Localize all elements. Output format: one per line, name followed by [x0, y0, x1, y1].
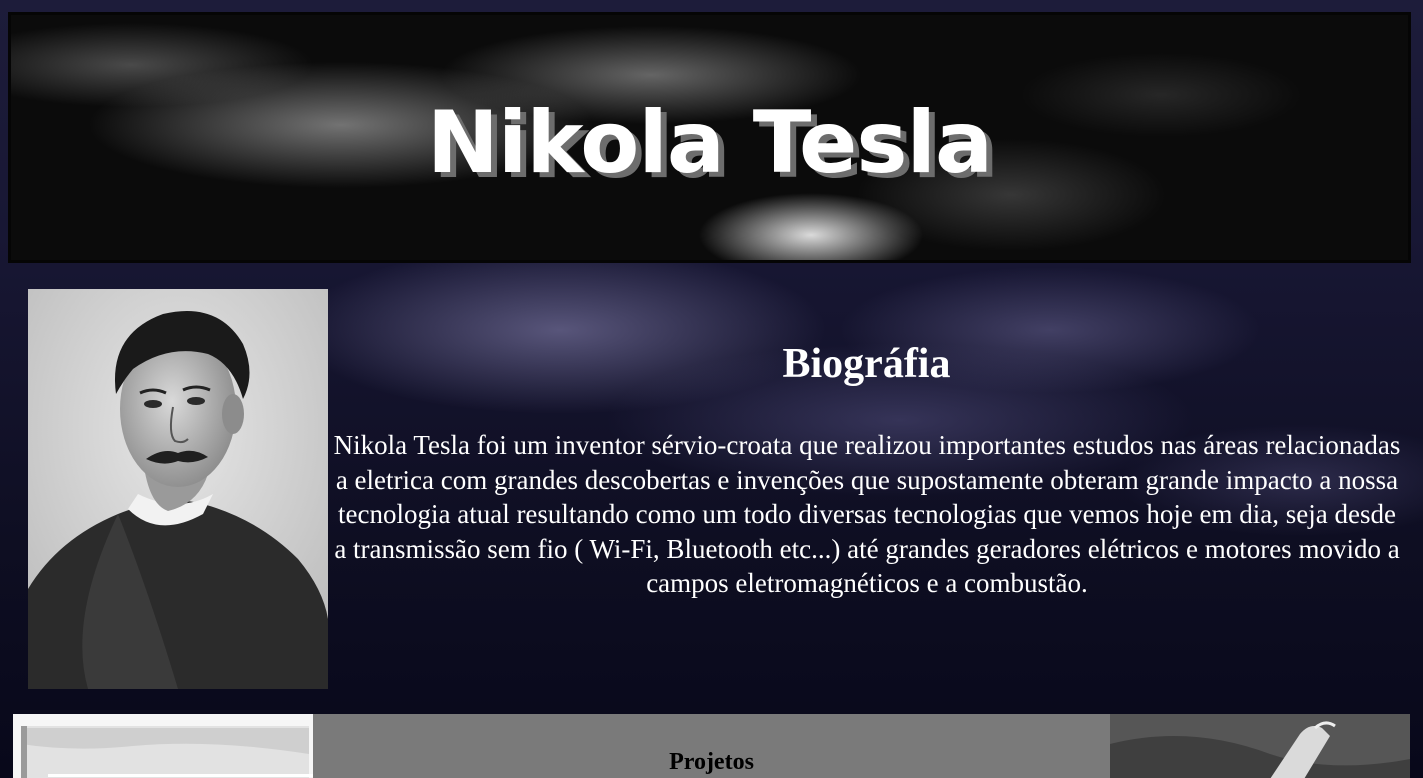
header-banner: Nikola Tesla: [8, 12, 1411, 263]
page: Nikola Tesla Biográfia Nikola Tesla foi …: [0, 0, 1423, 778]
biography-heading: Biográfia: [782, 341, 951, 387]
project-image-right: [1110, 714, 1410, 778]
portrait-illustration: [28, 289, 328, 689]
biography-text: Nikola Tesla foi um inventor sérvio-croa…: [333, 430, 1401, 598]
projects-section: Projetos: [313, 714, 1110, 778]
projects-heading: Projetos: [669, 749, 754, 775]
project-image-left: [13, 714, 313, 778]
tesla-portrait-image: [28, 289, 328, 689]
project-right-illustration: [1110, 714, 1410, 778]
site-title: Nikola Tesla: [426, 93, 993, 193]
project-left-illustration: [13, 714, 313, 778]
